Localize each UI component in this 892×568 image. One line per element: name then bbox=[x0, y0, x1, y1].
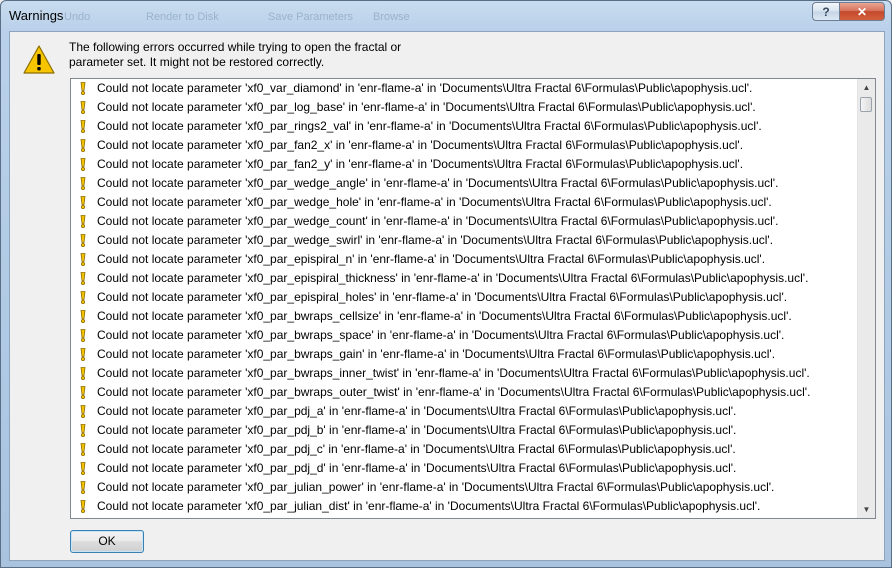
list-item[interactable]: Could not locate parameter 'xf0_par_epis… bbox=[71, 250, 857, 269]
exclamation-icon bbox=[80, 177, 86, 190]
error-text: Could not locate parameter 'xf0_par_bwra… bbox=[97, 309, 792, 323]
list-item[interactable]: Could not locate parameter 'xf0_var_diam… bbox=[71, 79, 857, 98]
exclamation-icon bbox=[80, 120, 86, 133]
error-text: Could not locate parameter 'xf0_par_pdj_… bbox=[97, 442, 736, 456]
exclamation-icon bbox=[80, 158, 86, 171]
error-text: Could not locate parameter 'xf0_par_fan2… bbox=[97, 157, 744, 171]
background-toolbar-item: Undo bbox=[64, 11, 91, 23]
exclamation-icon bbox=[80, 481, 86, 494]
list-item[interactable]: Could not locate parameter 'xf0_par_wedg… bbox=[71, 174, 857, 193]
exclamation-icon bbox=[80, 386, 86, 399]
error-text: Could not locate parameter 'xf0_par_juli… bbox=[97, 499, 761, 513]
exclamation-icon bbox=[80, 348, 86, 361]
scrollbar-thumb[interactable] bbox=[860, 97, 872, 112]
error-text: Could not locate parameter 'xf0_par_pdj_… bbox=[97, 404, 737, 418]
list-item[interactable]: Could not locate parameter 'xf0_par_fan2… bbox=[71, 155, 857, 174]
error-text: Could not locate parameter 'xf0_par_fan2… bbox=[97, 138, 744, 152]
list-item[interactable]: Could not locate parameter 'xf0_par_wedg… bbox=[71, 193, 857, 212]
exclamation-icon bbox=[80, 234, 86, 247]
list-item[interactable]: Could not locate parameter 'xf0_par_bwra… bbox=[71, 307, 857, 326]
exclamation-icon bbox=[80, 82, 86, 95]
exclamation-icon bbox=[80, 500, 86, 513]
close-button[interactable]: ✕ bbox=[839, 2, 885, 21]
help-icon: ? bbox=[822, 4, 830, 19]
message-line-2: parameter set. It might not be restored … bbox=[69, 55, 325, 69]
list-item[interactable]: Could not locate parameter 'xf0_par_wedg… bbox=[71, 231, 857, 250]
exclamation-icon bbox=[80, 424, 86, 437]
scroll-up-button[interactable]: ▲ bbox=[858, 79, 875, 96]
error-text: Could not locate parameter 'xf0_par_wedg… bbox=[97, 233, 774, 247]
error-text: Could not locate parameter 'xf0_par_wedg… bbox=[97, 214, 779, 228]
list-item[interactable]: Could not locate parameter 'xf0_par_epis… bbox=[71, 288, 857, 307]
error-list[interactable]: Could not locate parameter 'xf0_var_diam… bbox=[70, 78, 876, 519]
exclamation-icon bbox=[80, 310, 86, 323]
error-text: Could not locate parameter 'xf0_var_diam… bbox=[97, 81, 753, 95]
background-toolbar-item: Save Parameters bbox=[268, 11, 353, 23]
list-item[interactable]: Could not locate parameter 'xf0_par_log_… bbox=[71, 98, 857, 117]
title-bar[interactable]: Warnings Undo Render to Disk Save Parame… bbox=[1, 1, 891, 31]
background-toolbar-item: Render to Disk bbox=[146, 11, 219, 23]
background-toolbar-item: Browse bbox=[373, 11, 410, 23]
error-text: Could not locate parameter 'xf0_par_epis… bbox=[97, 252, 766, 266]
list-item[interactable]: Could not locate parameter 'xf0_par_bwra… bbox=[71, 326, 857, 345]
exclamation-icon bbox=[80, 329, 86, 342]
error-text: Could not locate parameter 'xf0_par_pdj_… bbox=[97, 461, 737, 475]
exclamation-icon bbox=[80, 462, 86, 475]
list-item[interactable]: Could not locate parameter 'xf0_par_bwra… bbox=[71, 345, 857, 364]
error-text: Could not locate parameter 'xf0_par_epis… bbox=[97, 290, 788, 304]
ok-button[interactable]: OK bbox=[70, 530, 144, 553]
error-list-rows: Could not locate parameter 'xf0_var_diam… bbox=[71, 79, 857, 516]
list-item[interactable]: Could not locate parameter 'xf0_par_bwra… bbox=[71, 364, 857, 383]
error-text: Could not locate parameter 'xf0_par_bwra… bbox=[97, 328, 785, 342]
error-text: Could not locate parameter 'xf0_par_wedg… bbox=[97, 176, 779, 190]
close-icon: ✕ bbox=[856, 4, 868, 19]
error-text: Could not locate parameter 'xf0_par_ring… bbox=[97, 119, 762, 133]
error-text: Could not locate parameter 'xf0_par_bwra… bbox=[97, 347, 776, 361]
exclamation-icon bbox=[80, 196, 86, 209]
list-item[interactable]: Could not locate parameter 'xf0_par_fan2… bbox=[71, 136, 857, 155]
scroll-down-button[interactable]: ▼ bbox=[858, 501, 875, 518]
vertical-scrollbar[interactable]: ▲ ▼ bbox=[857, 79, 875, 518]
error-text: Could not locate parameter 'xf0_par_juli… bbox=[97, 480, 775, 494]
list-item[interactable]: Could not locate parameter 'xf0_par_bwra… bbox=[71, 383, 857, 402]
exclamation-icon bbox=[80, 101, 86, 114]
exclamation-icon bbox=[80, 443, 86, 456]
dialog-window: Warnings Undo Render to Disk Save Parame… bbox=[0, 0, 892, 568]
error-text: Could not locate parameter 'xf0_par_pdj_… bbox=[97, 423, 737, 437]
window-title: Warnings bbox=[9, 8, 64, 23]
list-item[interactable]: Could not locate parameter 'xf0_par_juli… bbox=[71, 478, 857, 497]
exclamation-icon bbox=[80, 272, 86, 285]
list-item[interactable]: Could not locate parameter 'xf0_par_epis… bbox=[71, 269, 857, 288]
error-text: Could not locate parameter 'xf0_par_bwra… bbox=[97, 366, 810, 380]
list-item[interactable]: Could not locate parameter 'xf0_par_pdj_… bbox=[71, 421, 857, 440]
exclamation-icon bbox=[80, 291, 86, 304]
list-item[interactable]: Could not locate parameter 'xf0_par_juli… bbox=[71, 497, 857, 516]
warning-icon bbox=[23, 45, 55, 74]
error-text: Could not locate parameter 'xf0_par_wedg… bbox=[97, 195, 772, 209]
error-text: Could not locate parameter 'xf0_par_bwra… bbox=[97, 385, 811, 399]
exclamation-icon bbox=[80, 139, 86, 152]
dialog-body: The following errors occurred while tryi… bbox=[9, 31, 885, 561]
error-text: Could not locate parameter 'xf0_par_log_… bbox=[97, 100, 756, 114]
error-text: Could not locate parameter 'xf0_par_epis… bbox=[97, 271, 809, 285]
list-item[interactable]: Could not locate parameter 'xf0_par_ring… bbox=[71, 117, 857, 136]
exclamation-icon bbox=[80, 215, 86, 228]
help-button[interactable]: ? bbox=[812, 2, 840, 21]
list-item[interactable]: Could not locate parameter 'xf0_par_pdj_… bbox=[71, 459, 857, 478]
exclamation-icon bbox=[80, 253, 86, 266]
list-item[interactable]: Could not locate parameter 'xf0_par_wedg… bbox=[71, 212, 857, 231]
list-item[interactable]: Could not locate parameter 'xf0_par_pdj_… bbox=[71, 440, 857, 459]
chevron-down-icon: ▼ bbox=[862, 505, 871, 514]
exclamation-icon bbox=[80, 405, 86, 418]
warning-message: The following errors occurred while tryi… bbox=[69, 40, 401, 70]
chevron-up-icon: ▲ bbox=[862, 83, 871, 92]
list-item[interactable]: Could not locate parameter 'xf0_par_pdj_… bbox=[71, 402, 857, 421]
message-line-1: The following errors occurred while tryi… bbox=[69, 40, 402, 54]
exclamation-icon bbox=[80, 367, 86, 380]
